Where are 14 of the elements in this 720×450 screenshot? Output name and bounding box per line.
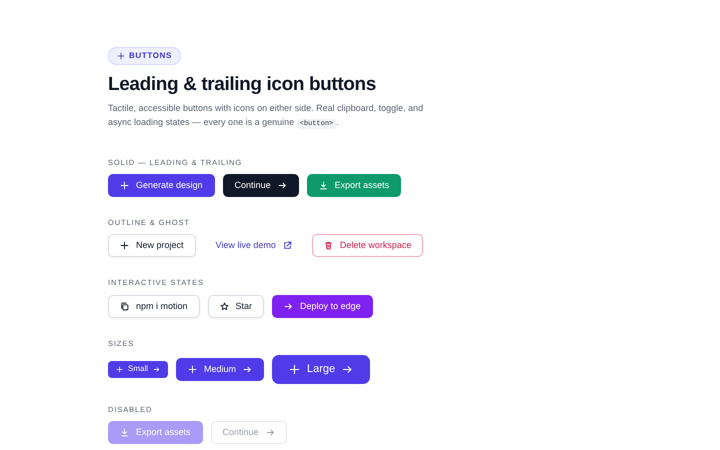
demo-link[interactable]: View live demo bbox=[204, 234, 304, 258]
action-button[interactable]: Large bbox=[272, 354, 370, 384]
action-button[interactable]: New project bbox=[108, 234, 196, 258]
action-button[interactable]: npm i motion bbox=[108, 294, 200, 318]
action-button[interactable]: Medium bbox=[176, 358, 264, 381]
action-button[interactable]: Export assets bbox=[306, 174, 402, 198]
action-button[interactable]: Star bbox=[208, 294, 264, 318]
action-button[interactable]: Deploy to edge bbox=[272, 294, 373, 318]
action-button[interactable]: Generate design bbox=[108, 174, 215, 198]
action-button[interactable]: Continue bbox=[222, 174, 299, 198]
action-button[interactable]: Delete workspace bbox=[312, 234, 424, 258]
action-button[interactable]: Small bbox=[108, 360, 168, 378]
section-badge: BUTTONS bbox=[108, 47, 181, 65]
page-title: Leading & trailing icon buttons bbox=[108, 74, 377, 97]
